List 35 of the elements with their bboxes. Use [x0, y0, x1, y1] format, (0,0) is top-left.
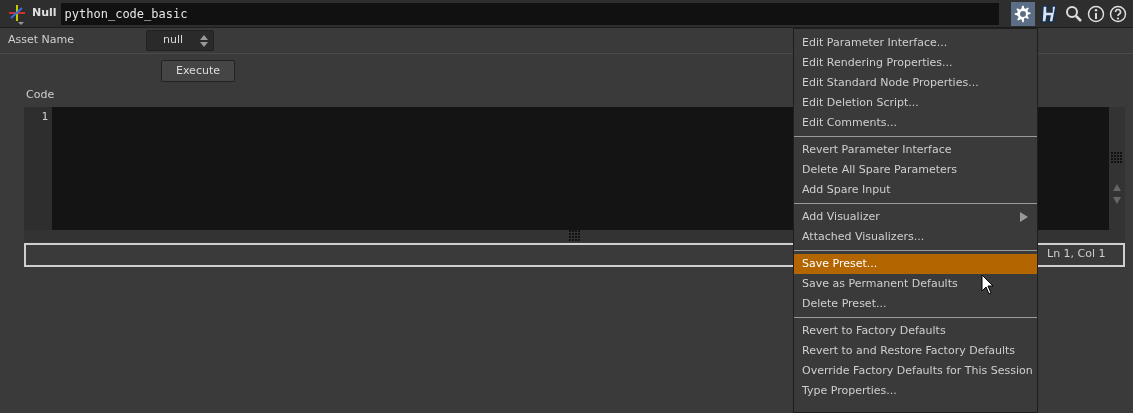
- menu-item[interactable]: Add Visualizer: [794, 207, 1037, 227]
- menu-item[interactable]: Delete All Spare Parameters: [794, 160, 1037, 180]
- menu-item[interactable]: Save Preset...: [794, 254, 1037, 274]
- menu-item[interactable]: Revert to Factory Defaults: [794, 321, 1037, 341]
- info-icon[interactable]: [1087, 4, 1105, 23]
- execute-button[interactable]: Execute: [161, 60, 235, 82]
- settings-icon[interactable]: [1011, 1, 1035, 26]
- mouse-pointer-icon: [981, 274, 995, 296]
- node-name-field[interactable]: python_code_basic: [60, 2, 999, 25]
- help-icon[interactable]: [1109, 4, 1127, 23]
- grip-icon[interactable]: [1111, 152, 1123, 164]
- line-number: 1: [41, 108, 48, 125]
- cursor-position: Ln 1, Col 1: [1046, 246, 1107, 263]
- menu-item[interactable]: Override Factory Defaults for This Session: [794, 361, 1037, 381]
- menu-item[interactable]: Revert Parameter Interface: [794, 140, 1037, 160]
- menu-item[interactable]: Save as Permanent Defaults: [794, 274, 1037, 294]
- grip-icon[interactable]: [568, 229, 581, 242]
- menu-item[interactable]: Add Spare Input: [794, 180, 1037, 200]
- axes-icon[interactable]: [6, 2, 28, 25]
- asset-name-dropdown[interactable]: null: [146, 30, 214, 51]
- menu-item[interactable]: Edit Deletion Script...: [794, 93, 1037, 113]
- menu-item[interactable]: Revert to and Restore Factory Defaults: [794, 341, 1037, 361]
- node-type-label: Null: [32, 5, 57, 22]
- menu-item[interactable]: Edit Standard Node Properties...: [794, 73, 1037, 93]
- menu-item[interactable]: Attached Visualizers...: [794, 227, 1037, 247]
- menu-item[interactable]: Delete Preset...: [794, 294, 1037, 314]
- menu-item[interactable]: Edit Comments...: [794, 113, 1037, 133]
- vertical-scrollbar[interactable]: [1109, 106, 1125, 230]
- spinner-icon: [199, 33, 209, 48]
- asset-name-label: Asset Name: [8, 32, 76, 49]
- menu-item[interactable]: Type Properties...: [794, 381, 1037, 401]
- menu-item[interactable]: Edit Rendering Properties...: [794, 53, 1037, 73]
- code-label: Code: [26, 87, 55, 103]
- menu-item[interactable]: Edit Parameter Interface...: [794, 33, 1037, 53]
- search-icon[interactable]: [1065, 4, 1083, 23]
